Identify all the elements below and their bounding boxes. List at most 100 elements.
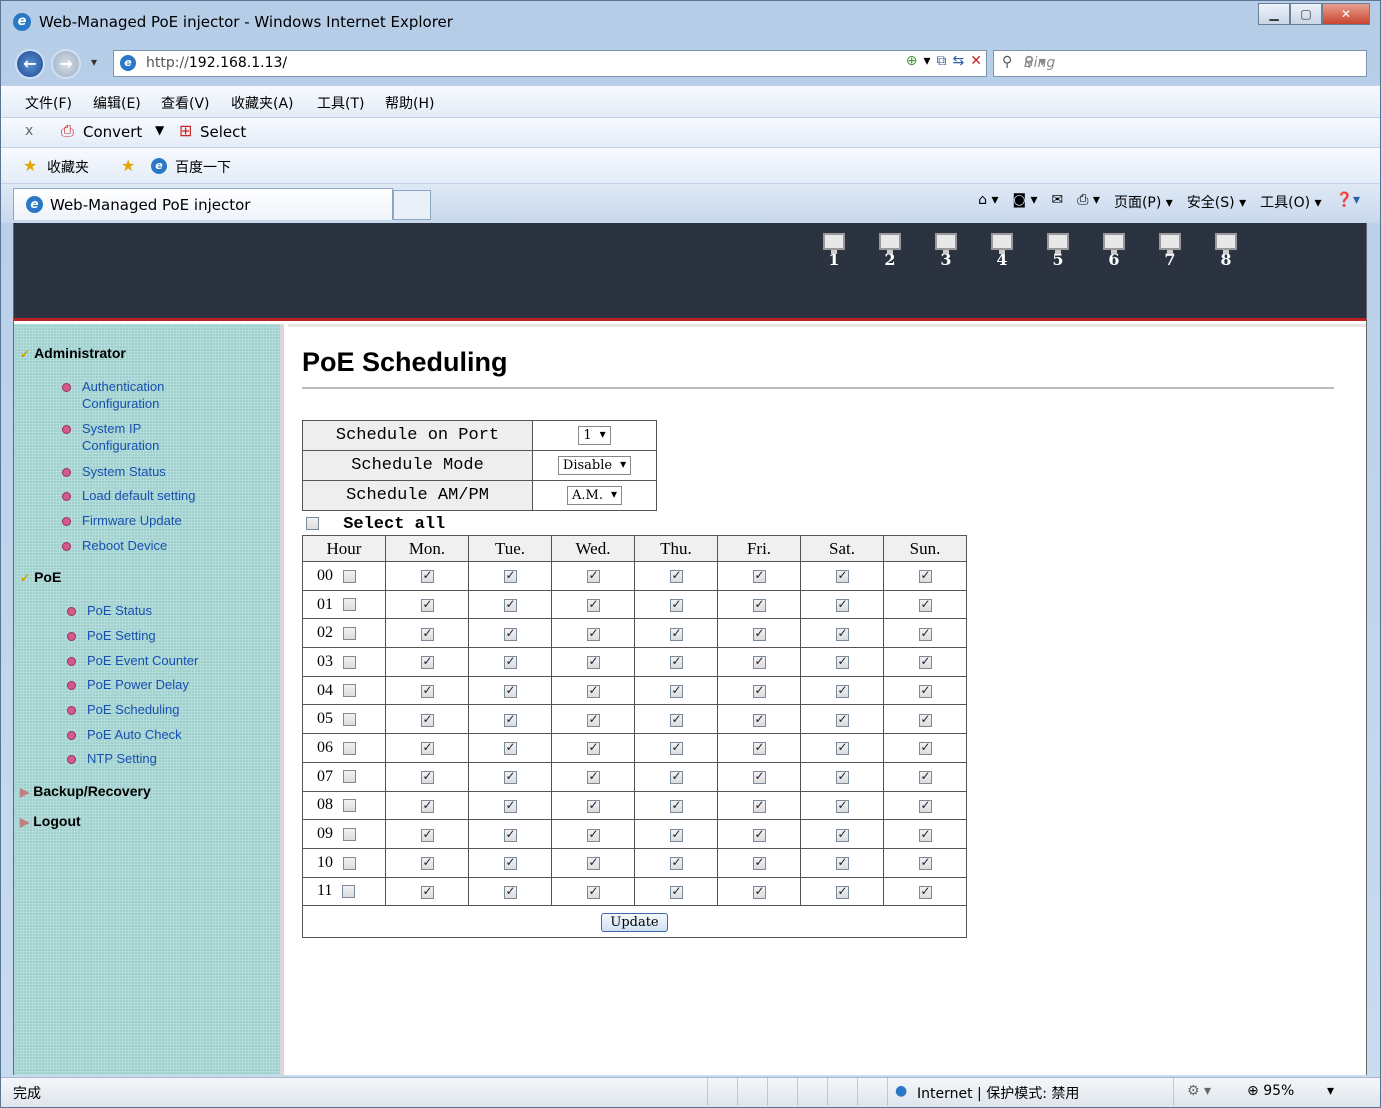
day-checkbox[interactable] bbox=[752, 626, 766, 641]
day-checkbox[interactable] bbox=[918, 769, 932, 785]
history-dropdown-icon[interactable]: ▾ bbox=[91, 55, 97, 69]
day-checkbox[interactable] bbox=[503, 769, 517, 785]
day-checkbox[interactable] bbox=[835, 654, 849, 670]
sidebar-item-reboot[interactable]: Reboot Device bbox=[61, 537, 167, 554]
day-checkbox[interactable] bbox=[420, 597, 434, 613]
hour-checkbox[interactable] bbox=[343, 569, 356, 583]
day-checkbox[interactable] bbox=[420, 568, 434, 584]
compat-icon[interactable]: ⊕ bbox=[906, 53, 918, 69]
day-checkbox[interactable] bbox=[918, 654, 932, 670]
day-checkbox[interactable] bbox=[420, 769, 434, 785]
maximize-button[interactable]: ▢ bbox=[1290, 3, 1322, 25]
sidebar-item-poe-setting[interactable]: PoE Setting bbox=[67, 627, 156, 644]
day-checkbox[interactable] bbox=[420, 740, 434, 756]
sidebar-item-system-ip[interactable]: System IP Configuration bbox=[62, 420, 192, 454]
settings-icon[interactable]: ⚙ ▾ bbox=[1187, 1083, 1211, 1099]
print-icon[interactable]: ⎙ ▾ bbox=[1077, 192, 1100, 212]
forward-button[interactable]: → bbox=[51, 49, 81, 79]
day-checkbox[interactable] bbox=[918, 884, 932, 899]
day-checkbox[interactable] bbox=[918, 827, 932, 842]
port-2-icon[interactable]: 2 bbox=[876, 233, 904, 268]
day-checkbox[interactable] bbox=[586, 769, 600, 785]
dropdown-icon[interactable]: ▾ bbox=[924, 53, 931, 69]
day-checkbox[interactable] bbox=[503, 597, 517, 613]
day-checkbox[interactable] bbox=[503, 568, 517, 584]
day-checkbox[interactable] bbox=[586, 884, 600, 899]
new-tab-button[interactable] bbox=[393, 190, 431, 220]
day-checkbox[interactable] bbox=[586, 568, 600, 584]
day-checkbox[interactable] bbox=[586, 798, 600, 813]
search-icon[interactable]: ⚲ ▾ bbox=[1024, 54, 1358, 70]
day-checkbox[interactable] bbox=[835, 884, 849, 899]
day-checkbox[interactable] bbox=[835, 740, 849, 756]
hour-checkbox[interactable] bbox=[343, 856, 356, 870]
hour-checkbox[interactable] bbox=[343, 655, 356, 669]
sidebar-item-load-default[interactable]: Load default setting bbox=[61, 487, 195, 504]
select-all-checkbox[interactable] bbox=[306, 517, 319, 531]
sidebar-item-poe-scheduling[interactable]: PoE Scheduling bbox=[67, 701, 180, 718]
day-checkbox[interactable] bbox=[503, 740, 517, 756]
day-checkbox[interactable] bbox=[586, 597, 600, 613]
update-button[interactable]: Update bbox=[601, 913, 668, 933]
day-checkbox[interactable] bbox=[752, 712, 766, 727]
day-checkbox[interactable] bbox=[669, 597, 683, 613]
menu-file[interactable]: 文件(F) bbox=[25, 93, 72, 113]
menu-favorites[interactable]: 收藏夹(A) bbox=[231, 93, 294, 113]
mail-icon[interactable]: ✉ bbox=[1052, 192, 1064, 212]
day-checkbox[interactable] bbox=[669, 683, 683, 699]
sidebar-item-firmware-update[interactable]: Firmware Update bbox=[62, 512, 182, 529]
day-checkbox[interactable] bbox=[835, 769, 849, 785]
address-bar[interactable]: e http://192.168.1.13/ ⊕ ▾ ⧉ ⇆ ✕ bbox=[113, 50, 987, 77]
day-checkbox[interactable] bbox=[669, 884, 683, 899]
hour-checkbox[interactable] bbox=[343, 627, 356, 641]
section-logout[interactable]: ▶ Logout bbox=[20, 813, 81, 829]
day-checkbox[interactable] bbox=[586, 626, 600, 641]
day-checkbox[interactable] bbox=[752, 855, 766, 871]
day-checkbox[interactable] bbox=[918, 626, 932, 641]
day-checkbox[interactable] bbox=[420, 827, 434, 842]
sidebar-item-ntp-setting[interactable]: NTP Setting bbox=[67, 750, 157, 767]
port-7-icon[interactable]: 7 bbox=[1156, 233, 1184, 268]
close-button[interactable]: ✕ bbox=[1322, 3, 1370, 25]
day-checkbox[interactable] bbox=[752, 884, 766, 899]
security-zone[interactable]: Internet | 保护模式: 禁用 bbox=[917, 1083, 1079, 1103]
convert-dropdown-icon[interactable]: ▼ bbox=[155, 123, 164, 137]
select-button[interactable]: Select bbox=[200, 123, 246, 141]
day-checkbox[interactable] bbox=[752, 654, 766, 670]
back-button[interactable]: ← bbox=[15, 49, 45, 79]
day-checkbox[interactable] bbox=[586, 827, 600, 842]
mode-select[interactable]: Disable bbox=[557, 456, 632, 475]
tools-menu[interactable]: 工具(O) ▾ bbox=[1260, 192, 1321, 212]
hour-checkbox[interactable] bbox=[343, 770, 356, 784]
sidebar-item-poe-auto-check[interactable]: PoE Auto Check bbox=[67, 726, 182, 743]
port-8-icon[interactable]: 8 bbox=[1212, 233, 1240, 268]
day-checkbox[interactable] bbox=[669, 626, 683, 641]
feeds-icon[interactable]: ◙ ▾ bbox=[1012, 192, 1037, 212]
safety-menu[interactable]: 安全(S) ▾ bbox=[1187, 192, 1246, 212]
refresh-icon[interactable]: ⇆ bbox=[953, 53, 965, 69]
favorites-button[interactable]: 收藏夹 bbox=[47, 157, 89, 177]
day-checkbox[interactable] bbox=[420, 855, 434, 871]
sidebar-item-system-status[interactable]: System Status bbox=[62, 463, 166, 480]
day-checkbox[interactable] bbox=[835, 626, 849, 641]
section-poe[interactable]: ✓ PoE bbox=[20, 569, 61, 585]
help-icon[interactable]: ❓▾ bbox=[1336, 192, 1360, 212]
day-checkbox[interactable] bbox=[669, 798, 683, 813]
day-checkbox[interactable] bbox=[752, 740, 766, 756]
sidebar-item-poe-event-counter[interactable]: PoE Event Counter bbox=[66, 652, 198, 669]
port-5-icon[interactable]: 5 bbox=[1044, 233, 1072, 268]
day-checkbox[interactable] bbox=[835, 712, 849, 727]
day-checkbox[interactable] bbox=[669, 568, 683, 584]
stop-icon[interactable]: ✕ bbox=[970, 53, 982, 69]
tab-poe-injector[interactable]: e Web-Managed PoE injector bbox=[13, 188, 393, 220]
toolbar-close-icon[interactable]: x bbox=[25, 123, 33, 139]
hour-checkbox[interactable] bbox=[343, 684, 356, 698]
minimize-button[interactable]: ▁ bbox=[1258, 3, 1290, 25]
port-4-icon[interactable]: 4 bbox=[988, 233, 1016, 268]
day-checkbox[interactable] bbox=[669, 712, 683, 727]
day-checkbox[interactable] bbox=[918, 855, 932, 871]
hour-checkbox[interactable] bbox=[343, 713, 356, 727]
address-input[interactable]: http://192.168.1.13/ bbox=[146, 55, 287, 71]
day-checkbox[interactable] bbox=[503, 884, 517, 899]
day-checkbox[interactable] bbox=[503, 654, 517, 670]
